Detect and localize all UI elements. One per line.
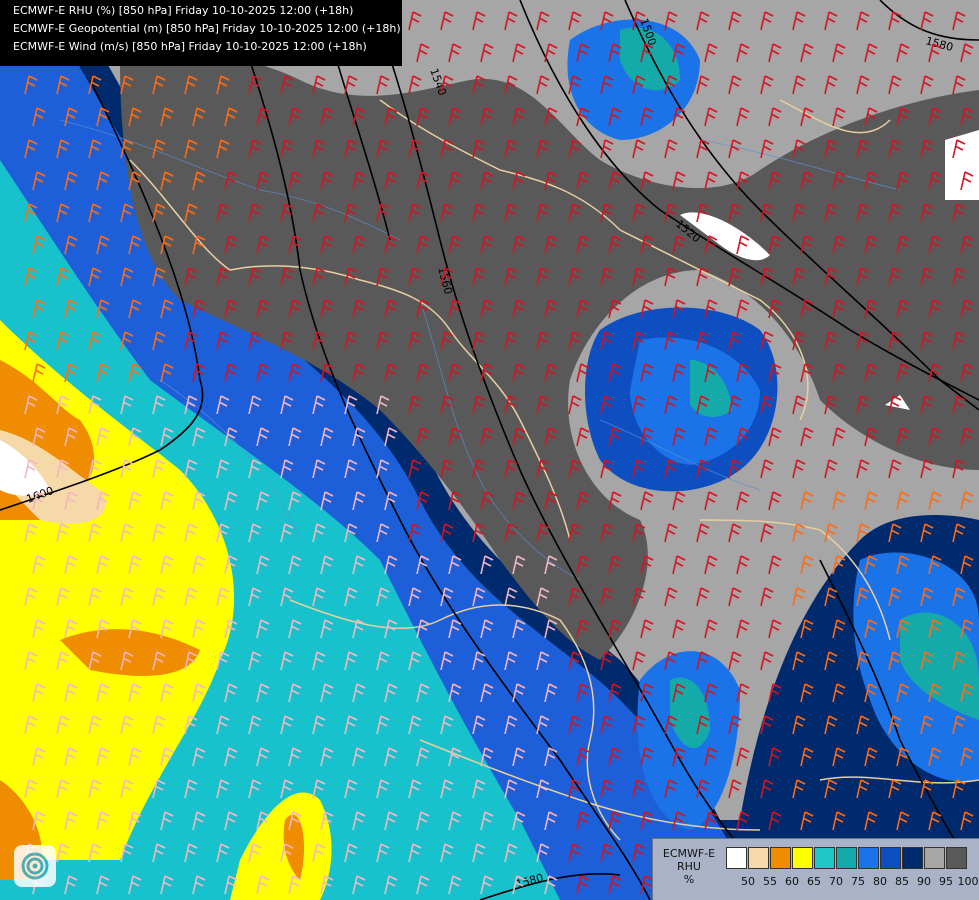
legend-tick: 80 [873, 875, 887, 888]
legend-tick: 100 [957, 875, 979, 888]
legend-swatch [880, 847, 901, 869]
legend-tick: 85 [895, 875, 909, 888]
legend-title: ECMWF-E RHU % [653, 847, 725, 886]
legend-swatch [792, 847, 813, 869]
legend-tick: 55 [763, 875, 777, 888]
rhu-map: 1540 1500 1560 1520 1600 1580 1580 [0, 0, 979, 900]
title-line-geopotential: ECMWF-E Geopotential (m) [850 hPa] Frida… [13, 22, 401, 35]
title-line-rhu: ECMWF-E RHU (%) [850 hPa] Friday 10-10-2… [13, 4, 354, 17]
legend-swatches [726, 847, 968, 869]
legend-swatch [902, 847, 923, 869]
legend-unit: % [683, 873, 695, 886]
ecmwf-swirl-icon [14, 845, 56, 887]
white-patch-2 [945, 130, 979, 200]
title-line-wind: ECMWF-E Wind (m/s) [850 hPa] Friday 10-1… [13, 40, 367, 53]
legend-swatch [770, 847, 791, 869]
legend-swatch [924, 847, 945, 869]
legend-tick: 65 [807, 875, 821, 888]
legend-ticks: 50 55 60 65 70 75 80 85 90 95 100 [726, 875, 979, 889]
legend-tick: 90 [917, 875, 931, 888]
legend-tick: 75 [851, 875, 865, 888]
legend-title-variable: RHU [677, 860, 701, 873]
map-title-box: ECMWF-E RHU (%) [850 hPa] Friday 10-10-2… [0, 0, 402, 66]
legend-swatch [946, 847, 967, 869]
legend-swatch [814, 847, 835, 869]
legend-tick: 70 [829, 875, 843, 888]
legend-tick: 60 [785, 875, 799, 888]
color-legend: ECMWF-E RHU % 50 55 60 65 70 75 80 85 90 95 100 [652, 838, 979, 900]
legend-tick: 50 [741, 875, 755, 888]
legend-tick: 95 [939, 875, 953, 888]
legend-swatch [726, 847, 747, 869]
legend-swatch [836, 847, 857, 869]
legend-swatch [858, 847, 879, 869]
legend-swatch [748, 847, 769, 869]
legend-title-model: ECMWF-E [662, 847, 716, 860]
